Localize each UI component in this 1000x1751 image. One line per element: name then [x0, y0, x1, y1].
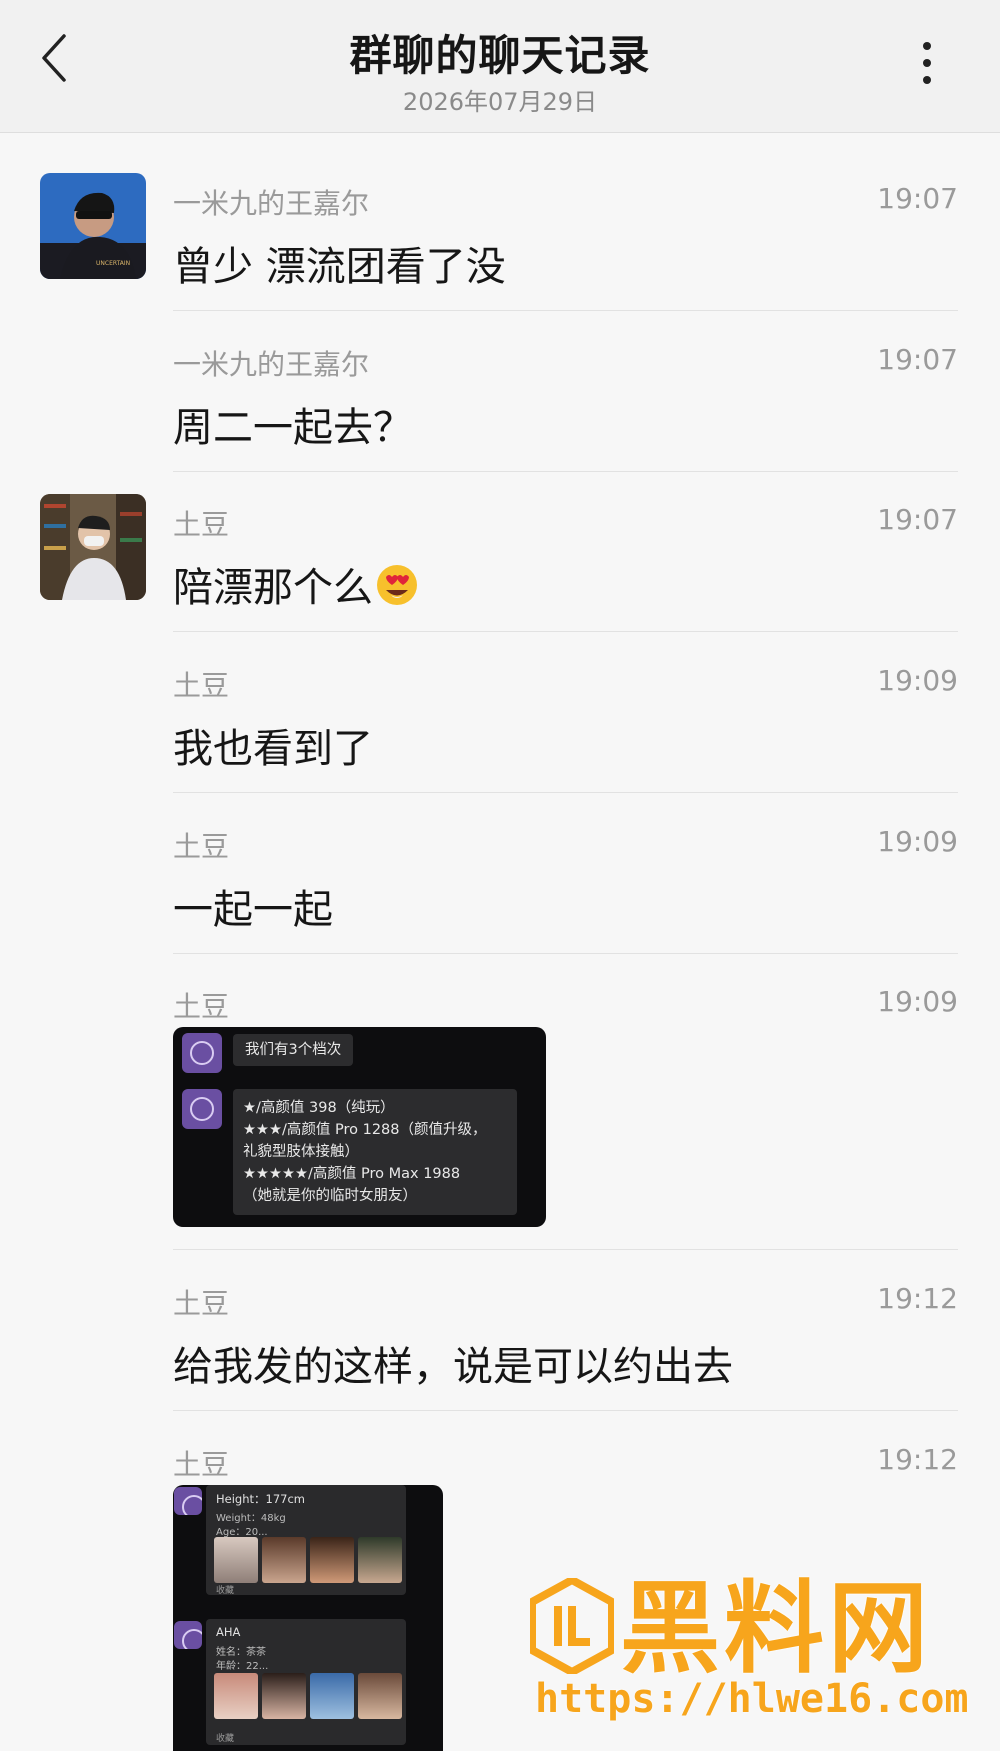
avatar[interactable]: UNCERTAIN [40, 173, 146, 279]
watermark-text: 黑料网 [620, 1570, 932, 1687]
page-date: 2026年07月29日 [402, 88, 598, 116]
watermark-url: https://hlwe16.com [535, 1676, 969, 1722]
photo-thumbnail [310, 1673, 354, 1719]
avatar[interactable] [40, 494, 146, 600]
screenshot-image[interactable]: Height：177cm Weight：48kg Age：20... 收藏 AH… [173, 1485, 443, 1751]
message-sender: 一米九的王嘉尔 [173, 348, 370, 381]
photo-thumbnail [358, 1537, 402, 1583]
mini-avatar [174, 1487, 202, 1515]
message-text: 曾少 漂流团看了没 [173, 244, 506, 290]
profile-line: Weight：48kg [216, 1513, 286, 1524]
screenshot-line: 礼貌型肢体接触） [243, 1144, 359, 1160]
message-sender: 土豆 [173, 1287, 230, 1320]
profile-tag: 收藏 [216, 1734, 235, 1744]
message-sender: 土豆 [173, 1448, 230, 1481]
mini-avatar [174, 1621, 202, 1649]
photo-thumbnail [262, 1673, 306, 1719]
photo-thumbnail [262, 1537, 306, 1583]
screenshot-bubble: 我们有3个档次 [233, 1034, 354, 1066]
page-title: 群聊的聊天记录 [349, 31, 651, 80]
message-text-content: 陪漂那个么 [173, 565, 373, 611]
divider [173, 310, 958, 311]
message-sender: 土豆 [173, 830, 230, 863]
screenshot-bubble: ★/高颜值 398（纯玩） ★★★/高颜值 Pro 1288（颜值升级， 礼貌型… [233, 1089, 517, 1215]
message-time: 19:12 [877, 1282, 958, 1315]
screenshot-line: ★★★★★/高颜值 Pro Max 1988 [243, 1166, 461, 1182]
divider [173, 1410, 958, 1411]
profile-tag: 收藏 [216, 1586, 235, 1596]
message-text: 给我发的这样，说是可以约出去 [173, 1344, 733, 1390]
mini-avatar [182, 1033, 222, 1073]
profile-line: 年龄：22... [216, 1661, 269, 1672]
divider [173, 471, 958, 472]
message-text: 陪漂那个么 [173, 555, 419, 613]
watermark-logo-icon [530, 1578, 614, 1674]
mini-avatar [182, 1089, 222, 1129]
photo-thumbnail [214, 1537, 258, 1583]
message-time: 19:07 [877, 503, 958, 536]
message-time: 19:07 [877, 343, 958, 376]
avatar-image [40, 494, 146, 600]
message-time: 19:12 [877, 1443, 958, 1476]
message-text: 周二一起去？ [173, 405, 413, 451]
avatar-image: UNCERTAIN [40, 173, 146, 279]
profile-line: AHA [216, 1625, 241, 1639]
message-time: 19:09 [877, 825, 958, 858]
message-sender: 土豆 [173, 508, 230, 541]
message-time: 19:09 [877, 985, 958, 1018]
message-sender: 一米九的王嘉尔 [173, 187, 370, 220]
photo-thumbnail [358, 1673, 402, 1719]
screenshot-line: ★★★/高颜值 Pro 1288（颜值升级， [243, 1122, 487, 1138]
message-time: 19:09 [877, 664, 958, 697]
profile-line: Height：177cm [216, 1492, 305, 1506]
message-time: 19:07 [877, 182, 958, 215]
message-text: 我也看到了 [173, 726, 373, 772]
chat-history-header: 群聊的聊天记录 2026年07月29日 [0, 0, 1000, 133]
profile-card: AHA 姓名：茶茶 年龄：22... 收藏 [206, 1619, 406, 1745]
profile-line: Age：20... [216, 1527, 268, 1538]
screenshot-image[interactable]: 我们有3个档次 ★/高颜值 398（纯玩） ★★★/高颜值 Pro 1288（颜… [173, 1027, 546, 1227]
svg-text:UNCERTAIN: UNCERTAIN [96, 260, 130, 267]
divider [173, 631, 958, 632]
message-sender: 土豆 [173, 990, 230, 1023]
message-sender: 土豆 [173, 669, 230, 702]
photo-thumbnail [310, 1537, 354, 1583]
more-options-button[interactable] [914, 38, 940, 88]
more-vertical-icon [923, 42, 931, 84]
profile-line: 姓名：茶茶 [216, 1647, 266, 1658]
message-text: 一起一起 [173, 887, 333, 933]
profile-card: Height：177cm Weight：48kg Age：20... 收藏 [206, 1485, 406, 1596]
photo-thumbnail [214, 1673, 258, 1719]
divider [173, 792, 958, 793]
screenshot-line: （她就是你的临时女朋友） [243, 1188, 417, 1204]
divider [173, 953, 958, 954]
heart-eyes-emoji-icon [377, 565, 417, 605]
screenshot-line: ★/高颜值 398（纯玩） [243, 1100, 395, 1116]
divider [173, 1249, 958, 1250]
